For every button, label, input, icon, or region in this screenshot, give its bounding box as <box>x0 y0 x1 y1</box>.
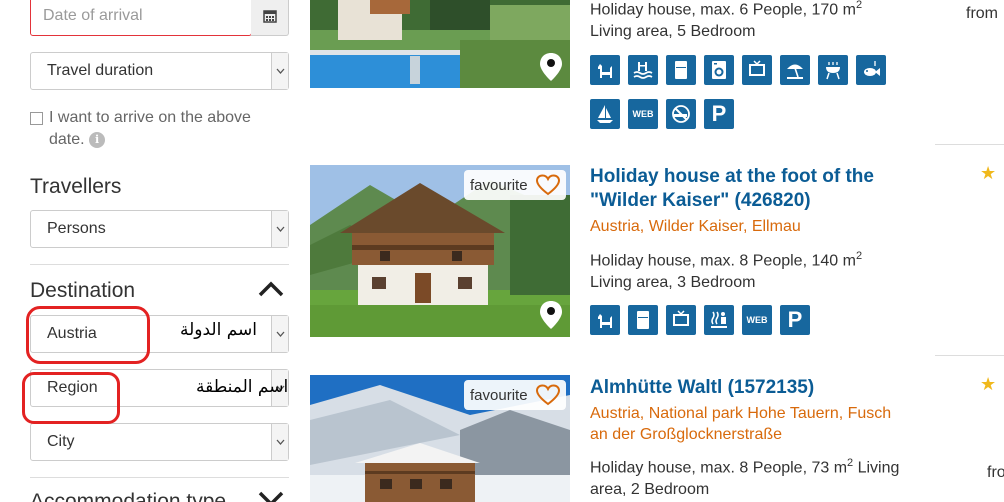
favourite-label: favourite <box>470 176 528 194</box>
amenities-row: WEB P <box>590 305 810 335</box>
listing-description: Holiday house, max. 8 People, 140 m2 Liv… <box>590 250 863 292</box>
persons-value: Persons <box>47 220 106 237</box>
city-select[interactable]: City <box>30 423 289 461</box>
listing-location: Austria, Wilder Kaiser, Ellmau <box>590 218 801 235</box>
amenities-row: WEB P <box>590 99 734 129</box>
price-from-label: fro <box>987 464 1004 481</box>
listing-title[interactable]: Holiday house at the foot of the "Wilder… <box>590 165 910 213</box>
annotation-region-name: اسم المنطقة <box>196 377 289 397</box>
heart-icon <box>535 174 560 196</box>
travel-duration-value: Travel duration <box>47 62 154 79</box>
travellers-heading: Travellers <box>30 175 122 198</box>
location-region-link[interactable]: Wilder Kaiser <box>649 218 743 235</box>
rating-star-icon: ★ <box>980 163 997 183</box>
beach-umbrella-icon[interactable] <box>780 55 810 85</box>
sidebar-divider <box>30 477 289 478</box>
city-value: City <box>47 433 75 450</box>
arrive-on-date-checkbox[interactable] <box>30 112 43 125</box>
chevron-down-icon <box>271 211 288 247</box>
date-of-arrival-field[interactable] <box>30 0 252 36</box>
favourite-label: favourite <box>470 386 528 404</box>
dog-icon[interactable] <box>590 55 620 85</box>
web-icon[interactable]: WEB <box>628 99 658 129</box>
listing-photo[interactable] <box>310 0 570 88</box>
price-from-label: from <box>966 5 998 22</box>
map-pin-icon[interactable] <box>539 300 563 330</box>
sailing-icon[interactable] <box>590 99 620 129</box>
map-pin-icon[interactable] <box>539 52 563 82</box>
no-smoking-icon[interactable] <box>666 99 696 129</box>
chevron-down-icon[interactable] <box>258 490 284 502</box>
arrive-on-date-label: I want to arrive on the above date. <box>49 109 251 148</box>
listing-description: Holiday house, max. 8 People, 73 m2 Livi… <box>590 457 900 499</box>
listing-divider <box>935 355 1004 356</box>
listing-description: Holiday house, max. 6 People, 170 m2 Liv… <box>590 0 863 41</box>
location-country-link[interactable]: Austria <box>590 218 640 235</box>
fishing-icon[interactable] <box>856 55 886 85</box>
location-city-link[interactable]: Ellmau <box>752 218 801 235</box>
rating-star-icon: ★ <box>980 374 997 394</box>
parking-icon[interactable]: P <box>704 99 734 129</box>
tv-icon[interactable] <box>742 55 772 85</box>
destination-heading: Destination <box>30 279 136 302</box>
sauna-icon[interactable] <box>704 305 734 335</box>
calendar-icon <box>262 10 277 23</box>
favourite-button[interactable]: favourite <box>464 380 566 410</box>
annotation-circle-country <box>26 306 150 364</box>
chevron-down-icon <box>271 53 288 89</box>
sidebar-divider <box>30 264 289 265</box>
annotation-country-name: اسم الدولة <box>180 320 258 340</box>
chevron-down-icon <box>271 316 288 352</box>
amenities-row <box>590 55 886 85</box>
date-of-arrival-input[interactable] <box>31 0 251 35</box>
grill-icon[interactable] <box>818 55 848 85</box>
heart-icon <box>535 384 560 406</box>
persons-select[interactable]: Persons <box>30 210 289 248</box>
accommodation-type-heading: Accommodation type <box>30 490 227 502</box>
listing-location: Austria, National park Hohe Tauern, Fusc… <box>590 405 892 443</box>
favourite-button[interactable]: favourite <box>464 170 566 200</box>
fridge-icon[interactable] <box>666 55 696 85</box>
chevron-up-icon[interactable] <box>258 281 284 297</box>
pool-icon[interactable] <box>628 55 658 85</box>
web-icon[interactable]: WEB <box>742 305 772 335</box>
washing-machine-icon[interactable] <box>704 55 734 85</box>
info-icon[interactable]: i <box>89 132 106 148</box>
listing-divider <box>935 144 1004 145</box>
calendar-button[interactable] <box>251 0 289 36</box>
travel-duration-select[interactable]: Travel duration <box>30 52 289 90</box>
search-filter-sidebar: Travel duration I want to arrive on the … <box>0 0 300 502</box>
annotation-circle-region <box>22 372 120 424</box>
listing-title[interactable]: Almhütte Waltl (1572135) <box>590 376 910 400</box>
parking-icon[interactable]: P <box>780 305 810 335</box>
chevron-down-icon <box>271 424 288 460</box>
tv-icon[interactable] <box>666 305 696 335</box>
dog-icon[interactable] <box>590 305 620 335</box>
fridge-icon[interactable] <box>628 305 658 335</box>
